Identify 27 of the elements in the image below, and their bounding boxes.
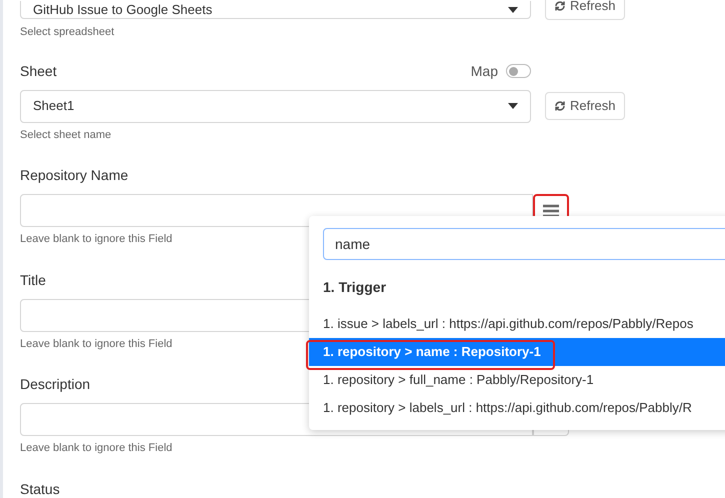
dropdown-option[interactable]: 1. repository > name : Repository-1 <box>309 338 725 366</box>
menu-icon <box>542 204 560 218</box>
help-text: Leave blank to ignore this Field <box>20 441 172 456</box>
refresh-button[interactable]: Refresh <box>545 0 625 20</box>
dropdown-option[interactable]: 1. repository > labels_url : https://api.github.com/repos/Pabbly/R <box>309 394 725 422</box>
field-label: Repository Name <box>20 166 128 185</box>
spreadsheet-select[interactable]: GitHub Issue to Google Sheets <box>20 1 531 19</box>
dropdown-option[interactable]: 1. issue > labels_url : https://api.github.com/repos/Pabbly/Repos <box>309 310 725 338</box>
map-toggle[interactable] <box>506 64 531 78</box>
refresh-icon <box>554 100 566 112</box>
help-text: Select sheet name <box>20 128 112 142</box>
caret-icon <box>508 103 518 109</box>
sheet-select[interactable]: Sheet1 <box>20 90 531 122</box>
field-label: Description <box>20 375 90 394</box>
refresh-icon <box>554 0 566 12</box>
dropdown-option[interactable]: 1. repository > full_name : Pabbly/Repository-1 <box>309 366 725 394</box>
map-label: Map <box>470 62 498 81</box>
refresh-button[interactable]: Refresh <box>545 92 625 120</box>
field-label: Status <box>20 480 60 498</box>
help-text: Select spreadsheet <box>20 25 116 40</box>
field-label: Title <box>20 270 46 290</box>
search-field[interactable]: name <box>323 228 725 260</box>
caret-icon <box>508 6 518 12</box>
help-text: Leave blank to ignore this Field <box>20 232 172 247</box>
help-text: Leave blank to ignore this Field <box>20 336 172 352</box>
group-heading: 1. Trigger <box>322 278 388 297</box>
field-label: Sheet <box>20 62 57 80</box>
